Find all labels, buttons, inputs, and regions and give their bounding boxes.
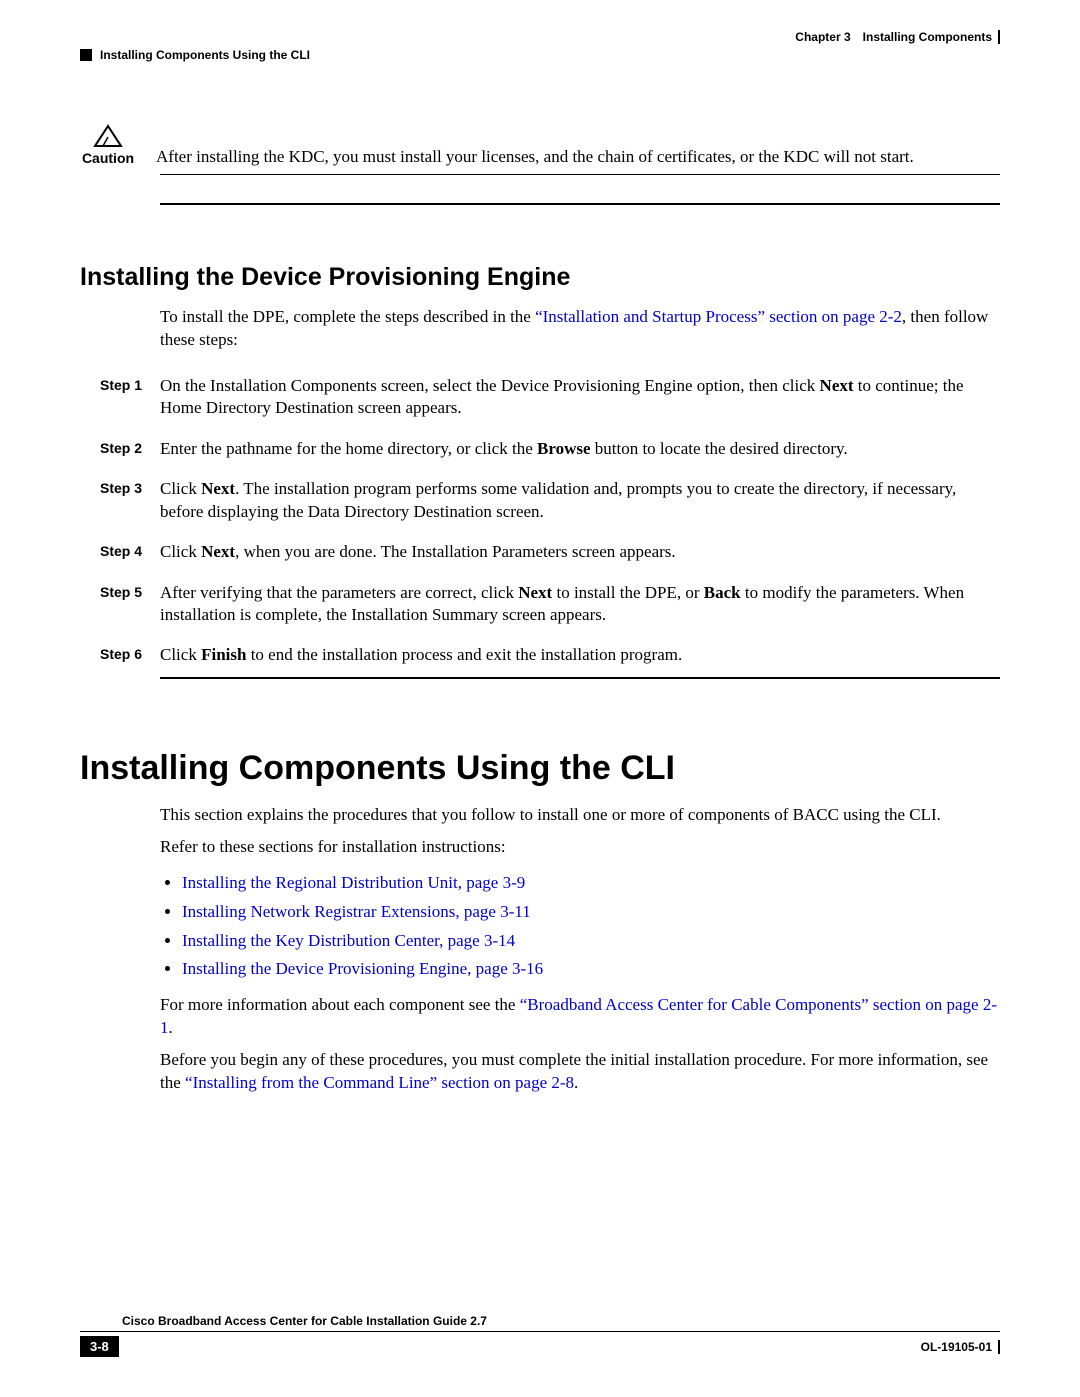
caution-block: Caution After installing the KDC, you mu… xyxy=(80,124,1000,168)
dpe-intro: To install the DPE, complete the steps d… xyxy=(160,306,1000,351)
link-install-startup[interactable]: “Installation and Startup Process” secti… xyxy=(535,307,902,326)
list-item: Installing the Device Provisioning Engin… xyxy=(182,955,1000,984)
bold: Next xyxy=(820,376,854,395)
step-label: Step 5 xyxy=(100,582,160,600)
footer: Cisco Broadband Access Center for Cable … xyxy=(80,1314,1000,1357)
chapter-number: Chapter 3 xyxy=(795,30,850,44)
running-header-right: Chapter 3 Installing Components xyxy=(80,30,1000,44)
doc-id: OL-19105-01 xyxy=(921,1340,1000,1354)
page-number: 3-8 xyxy=(80,1336,119,1357)
step-text: Click Next, when you are done. The Insta… xyxy=(160,541,1000,563)
text: On the Installation Components screen, s… xyxy=(160,376,820,395)
text: For more information about each componen… xyxy=(160,995,520,1014)
cli-more: For more information about each componen… xyxy=(160,994,1000,1039)
link-kdc[interactable]: Installing the Key Distribution Center, … xyxy=(182,931,515,950)
chapter-title: Installing Components xyxy=(863,30,992,44)
bold: Back xyxy=(704,583,741,602)
list-item: Installing the Regional Distribution Uni… xyxy=(182,869,1000,898)
section-title: Installing Components Using the CLI xyxy=(100,48,1000,62)
link-nre[interactable]: Installing Network Registrar Extensions,… xyxy=(182,902,531,921)
page: Chapter 3 Installing Components Installi… xyxy=(0,0,1080,1397)
caution-text: After installing the KDC, you must insta… xyxy=(136,124,1000,168)
text: . xyxy=(169,1018,173,1037)
link-rdu[interactable]: Installing the Regional Distribution Uni… xyxy=(182,873,525,892)
step-row: Step 5 After verifying that the paramete… xyxy=(100,582,1000,627)
heading-dpe: Installing the Device Provisioning Engin… xyxy=(80,263,1000,292)
link-cmdline[interactable]: “Installing from the Command Line” secti… xyxy=(185,1073,574,1092)
step-row: Step 6 Click Finish to end the installat… xyxy=(100,644,1000,666)
step-label: Step 1 xyxy=(100,375,160,393)
bold: Finish xyxy=(201,645,246,664)
step-label: Step 3 xyxy=(100,478,160,496)
caution-label: Caution xyxy=(80,150,136,166)
cli-para2: Refer to these sections for installation… xyxy=(160,836,1000,858)
bold: Next xyxy=(518,583,552,602)
step-text: Enter the pathname for the home director… xyxy=(160,438,1000,460)
step-label: Step 6 xyxy=(100,644,160,662)
text: . The installation program performs some… xyxy=(160,479,956,520)
footer-guide-title: Cisco Broadband Access Center for Cable … xyxy=(80,1314,1000,1332)
step-row: Step 1 On the Installation Components sc… xyxy=(100,375,1000,420)
steps-list: Step 1 On the Installation Components sc… xyxy=(100,375,1000,667)
doc-id-text: OL-19105-01 xyxy=(921,1340,992,1354)
text: To install the DPE, complete the steps d… xyxy=(160,307,535,326)
text: Click xyxy=(160,542,201,561)
bold: Next xyxy=(201,542,235,561)
step-row: Step 2 Enter the pathname for the home d… xyxy=(100,438,1000,460)
step-text: Click Finish to end the installation pro… xyxy=(160,644,1000,666)
text: . xyxy=(574,1073,578,1092)
link-dpe[interactable]: Installing the Device Provisioning Engin… xyxy=(182,959,543,978)
text: to end the installation process and exit… xyxy=(246,645,682,664)
header-square-icon xyxy=(80,49,92,61)
rule-thick xyxy=(160,677,1000,679)
list-item: Installing the Key Distribution Center, … xyxy=(182,927,1000,956)
step-row: Step 3 Click Next. The installation prog… xyxy=(100,478,1000,523)
text: to install the DPE, or xyxy=(552,583,704,602)
step-label: Step 4 xyxy=(100,541,160,559)
cli-para1: This section explains the procedures tha… xyxy=(160,804,1000,826)
text: Enter the pathname for the home director… xyxy=(160,439,537,458)
running-header-left: Installing Components Using the CLI xyxy=(80,48,1000,62)
cli-begin: Before you begin any of these procedures… xyxy=(160,1049,1000,1094)
bold: Browse xyxy=(537,439,591,458)
text: button to locate the desired directory. xyxy=(591,439,848,458)
text: Click xyxy=(160,479,201,498)
footer-tick-icon xyxy=(998,1340,1000,1354)
list-item: Installing Network Registrar Extensions,… xyxy=(182,898,1000,927)
header-tick-icon xyxy=(998,30,1000,44)
caution-triangle-icon xyxy=(93,124,123,148)
step-text: After verifying that the parameters are … xyxy=(160,582,1000,627)
step-text: On the Installation Components screen, s… xyxy=(160,375,1000,420)
text: After verifying that the parameters are … xyxy=(160,583,518,602)
bold: Next xyxy=(201,479,235,498)
step-row: Step 4 Click Next, when you are done. Th… xyxy=(100,541,1000,563)
link-list: Installing the Regional Distribution Uni… xyxy=(160,869,1000,985)
text: , when you are done. The Installation Pa… xyxy=(235,542,676,561)
rule xyxy=(160,174,1000,175)
step-text: Click Next. The installation program per… xyxy=(160,478,1000,523)
heading-cli: Installing Components Using the CLI xyxy=(80,749,1000,788)
rule-thick xyxy=(160,203,1000,205)
text: Click xyxy=(160,645,201,664)
caution-label-col: Caution xyxy=(80,124,136,166)
step-label: Step 2 xyxy=(100,438,160,456)
